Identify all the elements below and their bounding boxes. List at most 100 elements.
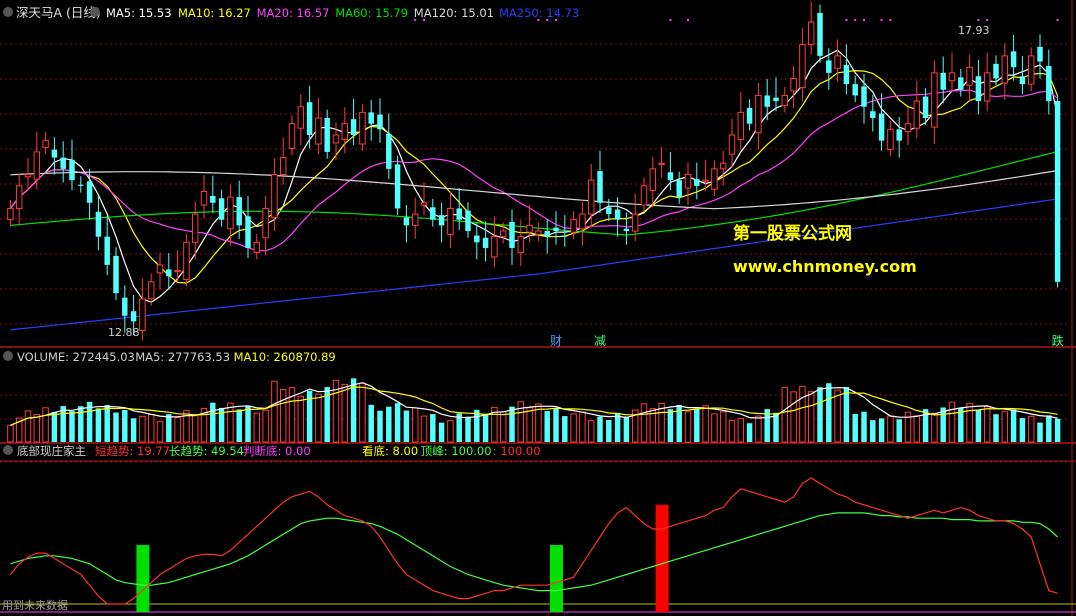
candle-body: [764, 95, 770, 107]
candle-body: [684, 174, 692, 189]
legend-item: MA250: 14.73: [499, 6, 579, 20]
volume-bar: [728, 419, 736, 443]
candle-body: [773, 97, 779, 102]
signal-dot: [1056, 19, 1059, 21]
volume-bar: [694, 408, 700, 442]
candle-body: [755, 94, 762, 134]
volume-bar: [667, 409, 674, 442]
candle-body: [15, 185, 23, 209]
candle-body: [122, 297, 128, 316]
volume-bar: [948, 401, 956, 443]
volume-bar: [147, 414, 155, 443]
volume-bar: [1027, 415, 1035, 443]
candle-body: [958, 77, 964, 90]
volume-bar: [526, 407, 533, 443]
candle-body: [236, 197, 242, 226]
candle-body: [1046, 66, 1052, 102]
legend-item: 短趋势: 19.77: [95, 444, 170, 458]
legend-item: MA5: 15.53: [106, 6, 172, 20]
volume-bar: [711, 413, 718, 443]
candle-body: [834, 55, 841, 69]
candle-body: [826, 60, 832, 73]
moving-average-lines: [9, 49, 1059, 331]
volume-bar: [377, 410, 383, 442]
volume-bar: [191, 414, 199, 443]
candle-body: [306, 102, 313, 135]
volume-bar: [411, 407, 419, 443]
candle-body: [420, 202, 428, 206]
volume-bar: [544, 411, 550, 442]
volume-bar: [279, 389, 287, 443]
candle-body: [896, 129, 902, 141]
candle-body: [702, 179, 709, 182]
volume-bar: [509, 406, 515, 442]
volume-bar: [262, 409, 269, 443]
legend-item: MA20: 16.57: [257, 6, 330, 20]
volume-bar: [403, 410, 410, 442]
legend-item: 判断底: 0.00: [243, 444, 311, 458]
volume-bar: [553, 408, 559, 442]
short-trend-line: [9, 477, 1058, 605]
candle-body: [562, 235, 568, 237]
candle-body: [913, 100, 921, 129]
long-trend-line: [10, 512, 1059, 592]
candle-body: [86, 181, 93, 203]
candle-body: [852, 84, 858, 96]
volume-bar: [807, 391, 815, 443]
volume-bar: [562, 416, 568, 442]
signal-dot: [669, 19, 672, 21]
candle-body: [174, 270, 181, 273]
volume-bar: [702, 405, 709, 443]
candle-body: [1010, 51, 1017, 68]
volume-bar: [341, 383, 349, 443]
candle-body: [746, 107, 753, 124]
candle-body: [606, 207, 612, 215]
legend-item: 顶峰: 100.00: [421, 444, 492, 458]
indicator-legend: 短趋势: 19.77 长趋势: 49.54 判断底: 0.00 看底: 8.00 顶峰:…: [95, 444, 541, 458]
volume-bar: [781, 386, 789, 443]
signal-dot: [889, 19, 892, 21]
candle-body: [297, 106, 305, 129]
menu-circle-icon[interactable]: [3, 7, 13, 17]
signal-dot: [537, 19, 540, 21]
candle-body: [517, 236, 525, 253]
candle-body: [491, 236, 498, 258]
volume-bar: [104, 405, 110, 442]
settings-circle-icon[interactable]: [90, 7, 100, 17]
candle-body: [966, 66, 973, 86]
volume-bar: [570, 413, 577, 443]
volume-bar: [315, 393, 322, 443]
candle-body: [78, 184, 84, 186]
signal-dot: [546, 19, 549, 21]
volume-bar: [834, 389, 841, 443]
candle-body: [597, 171, 603, 203]
candle-body: [1001, 55, 1009, 84]
candle-body: [878, 113, 885, 141]
candle-body: [245, 216, 251, 248]
volume-bar: [799, 385, 806, 443]
candle-body: [482, 237, 489, 248]
candle-body: [51, 149, 58, 158]
volume-bar: [861, 411, 867, 442]
ma10-line: [9, 69, 1059, 284]
candle-body: [200, 190, 208, 206]
volume-bar: [465, 416, 471, 442]
volume-bar: [817, 387, 823, 442]
candle-body: [614, 209, 621, 220]
legend-item: : 100.00: [493, 444, 541, 458]
volume-bar: [913, 415, 921, 443]
candle-body: [719, 162, 727, 170]
stock-title: 深天马A (日线): [16, 5, 101, 20]
candle-body: [579, 213, 586, 230]
candle-body: [983, 72, 991, 102]
candle-body: [553, 227, 559, 232]
candle-body: [104, 236, 110, 265]
legend-item: VOLUME: 272445.03: [17, 350, 135, 364]
volume-bar: [438, 422, 445, 442]
volume-bar: [1037, 422, 1043, 442]
indicator-menu-icon[interactable]: [3, 445, 13, 455]
volume-menu-icon[interactable]: [3, 351, 13, 361]
volume-bar: [156, 420, 164, 443]
volume-bar: [122, 410, 128, 442]
legend-item: 看底: 8.00: [362, 444, 418, 458]
